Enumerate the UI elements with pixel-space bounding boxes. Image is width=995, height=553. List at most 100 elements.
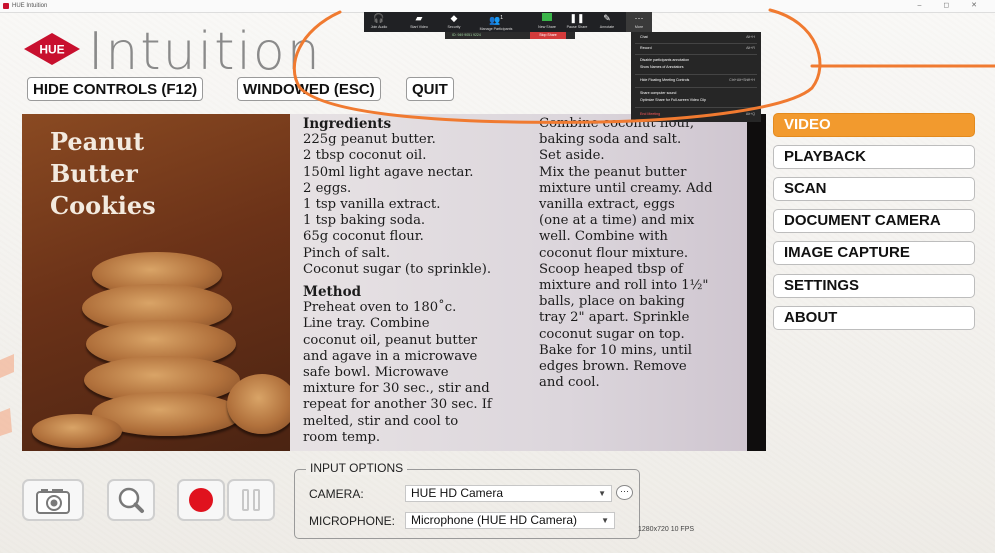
- microphone-select-value: Microphone (HUE HD Camera): [411, 513, 578, 527]
- start-video-button[interactable]: ▰ Start Video: [404, 12, 434, 32]
- camera-view[interactable]: Peanut Butter Cookies Ingredients 225g pe…: [22, 114, 766, 451]
- microphone-label: MICROPHONE:: [309, 514, 396, 528]
- recipe-line: Set aside.: [539, 148, 605, 164]
- recipe-line: Scoop heaped tbsp of: [539, 261, 683, 277]
- recipe-line: Pinch of salt.: [303, 245, 391, 261]
- windowed-button[interactable]: WINDOWED (ESC): [237, 77, 381, 101]
- recipe-line: coconut flour mixture.: [539, 245, 689, 261]
- recipe-line: 1 tsp vanilla extract.: [303, 197, 441, 213]
- security-button[interactable]: ◆ Security: [439, 12, 469, 32]
- recipe-line: Coconut sugar (to sprinkle).: [303, 261, 492, 277]
- camera-select-value: HUE HD Camera: [411, 486, 504, 500]
- menu-item-record[interactable]: Record: [640, 46, 652, 50]
- recipe-line: melted, stir and cool to: [303, 413, 459, 429]
- recipe-line: 2 eggs.: [303, 180, 352, 196]
- participants-count: 1: [500, 15, 503, 21]
- menu-shortcut: Alt+Q: [745, 112, 755, 116]
- recipe-line: coconut oil, peanut butter: [303, 332, 478, 348]
- join-audio-button[interactable]: 🎧 Join Audio: [364, 12, 394, 32]
- camera-label: CAMERA:: [309, 487, 364, 501]
- recipe-line: 150ml light agave nectar.: [303, 164, 474, 180]
- menu-divider: [635, 107, 757, 108]
- recipe-line: Bake for 10 mins, until: [539, 342, 692, 358]
- ellipsis-icon: ···: [634, 13, 644, 23]
- menu-shortcut: Alt+R: [746, 46, 755, 50]
- microphone-select[interactable]: Microphone (HUE HD Camera) ▼: [405, 512, 615, 529]
- menu-item-about[interactable]: ABOUT: [773, 306, 975, 330]
- pause-share-button[interactable]: ❚❚ Pause Share: [562, 12, 592, 32]
- menu-item-share-sound[interactable]: Share computer sound: [640, 91, 676, 95]
- hue-logo-badge: HUE: [24, 33, 80, 65]
- app-name: Intuition: [88, 22, 322, 82]
- new-share-button[interactable]: New Share: [532, 12, 562, 32]
- camera-icon: [36, 489, 70, 514]
- app-icon: [3, 3, 9, 9]
- hide-controls-button[interactable]: HIDE CONTROLS (F12): [27, 77, 204, 101]
- menu-item-playback[interactable]: PLAYBACK: [773, 145, 975, 169]
- cookie: [227, 374, 297, 434]
- window-title: HUE Intuition: [12, 3, 48, 9]
- resolution-readout: 1280x720 10 FPS: [638, 526, 695, 533]
- menu-divider: [635, 74, 757, 75]
- pause-icon: ❚❚: [569, 13, 585, 23]
- pause-icon: [242, 489, 260, 511]
- recipe-line: mixture until creamy. Add: [539, 180, 713, 196]
- stop-share-button[interactable]: Stop Share: [530, 32, 566, 39]
- menu-item-hide-controls[interactable]: Hide Floating Meeting Controls: [640, 78, 689, 82]
- pause-button[interactable]: [227, 479, 275, 521]
- recipe-line: room temp.: [303, 429, 381, 445]
- annotate-button[interactable]: ✎ Annotate: [592, 12, 622, 32]
- recipe-line: safe bowl. Microwave: [303, 365, 449, 381]
- camera-select[interactable]: HUE HD Camera ▼: [405, 485, 612, 502]
- menu-item-settings[interactable]: SETTINGS: [773, 274, 975, 298]
- recipe-line: vanilla extract, eggs: [539, 197, 675, 213]
- manage-participants-button[interactable]: 👥1 Manage Participants: [476, 12, 516, 32]
- zoom-button[interactable]: [107, 479, 155, 521]
- menu-divider: [635, 43, 757, 44]
- recipe-line: 225g peanut butter.: [303, 132, 436, 148]
- menu-item-disable-annotation[interactable]: Disable participants annotation: [640, 58, 689, 62]
- recipe-line: tray 2" apart. Sprinkle: [539, 310, 690, 326]
- recipe-line: mixture for 30 sec., stir and: [303, 381, 490, 397]
- recipe-line: repeat for another 30 sec. If: [303, 397, 492, 413]
- zoom-more-menu: Chat Alt+H Record Alt+R Disable particip…: [631, 32, 761, 122]
- magnifier-icon: [118, 487, 144, 513]
- menu-item-image-capture[interactable]: IMAGE CAPTURE: [773, 241, 975, 265]
- record-icon: [189, 488, 213, 512]
- menu-shortcut: Ctrl+Alt+Shift+H: [729, 78, 755, 82]
- recipe-line: 2 tbsp coconut oil.: [303, 148, 427, 164]
- capture-image-button[interactable]: [22, 479, 84, 521]
- camera-more-button[interactable]: ···: [616, 485, 633, 500]
- menu-item-chat[interactable]: Chat: [640, 35, 648, 39]
- menu-shortcut: Alt+H: [746, 35, 755, 39]
- recipe-line: 1 tsp baking soda.: [303, 213, 426, 229]
- menu-item-document-camera[interactable]: DOCUMENT CAMERA: [773, 209, 975, 233]
- bag-title: Peanut Butter Cookies: [50, 127, 156, 220]
- menu-item-video[interactable]: VIDEO: [773, 113, 975, 137]
- recipe-line: baking soda and salt.: [539, 132, 682, 148]
- page-shadow: [747, 114, 766, 451]
- zoom-toolbar: 🎧 Join Audio ▰ Start Video ◆ Security 👥1 Man…: [364, 12, 652, 32]
- recipe-method-column: Combine coconut flour, baking soda and sa…: [539, 116, 739, 391]
- menu-item-optimize-share[interactable]: Optimize Share for Full-screen Video Cli…: [640, 98, 706, 102]
- share-icon: [532, 12, 562, 24]
- recipe-line: well. Combine with: [539, 229, 668, 245]
- ingredients-heading: Ingredients: [303, 116, 392, 132]
- menu-item-end-meeting[interactable]: End Meeting: [640, 112, 660, 116]
- window-controls[interactable]: – ◻ ✕: [918, 0, 987, 12]
- recipe-page: Ingredients 225g peanut butter. 2 tbsp coc…: [290, 114, 747, 451]
- menu-item-show-annotators[interactable]: Show Names of Annotators: [640, 65, 684, 69]
- recipe-line: and agave in a microwave: [303, 348, 478, 364]
- recipe-line: edges brown. Remove: [539, 359, 687, 375]
- menu-divider: [635, 87, 757, 88]
- recipe-line: (one at a time) and mix: [539, 213, 695, 229]
- more-button[interactable]: ··· More: [626, 12, 652, 32]
- menu-item-scan[interactable]: SCAN: [773, 177, 975, 201]
- record-button[interactable]: [177, 479, 225, 521]
- video-off-icon: ▰: [415, 13, 423, 23]
- recipe-line: 65g coconut flour.: [303, 229, 424, 245]
- quit-button[interactable]: QUIT: [406, 77, 454, 101]
- cookie-bag-image: Peanut Butter Cookies: [22, 114, 299, 451]
- headphones-icon: 🎧: [373, 13, 385, 23]
- chevron-down-icon: ▼: [601, 516, 609, 525]
